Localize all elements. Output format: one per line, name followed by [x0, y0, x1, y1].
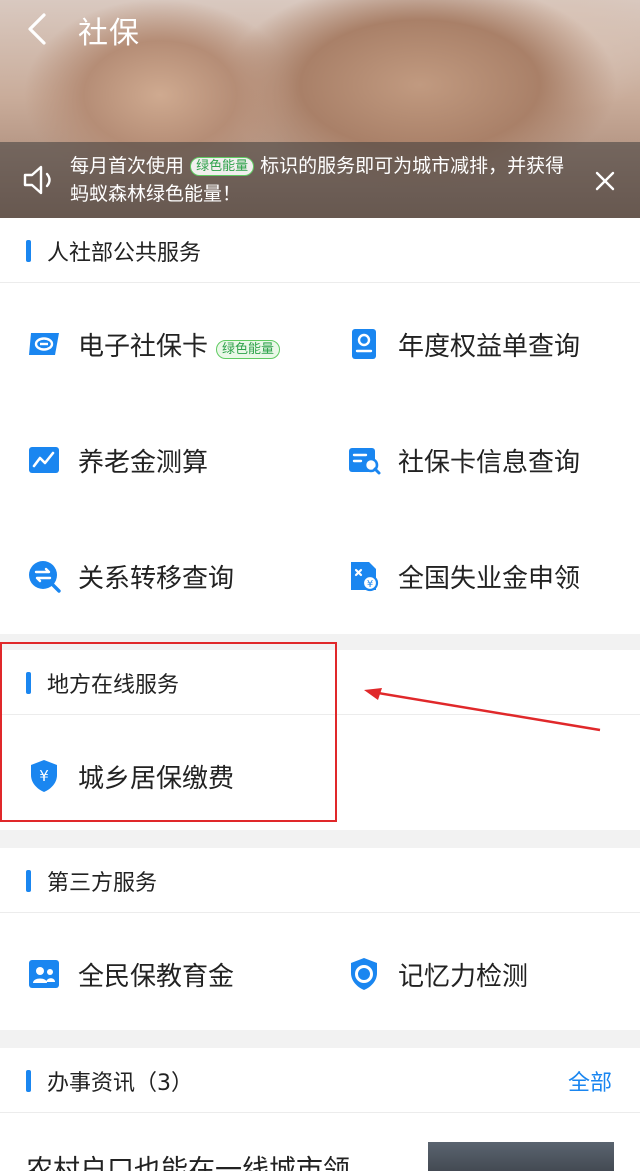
section-accent-bar [26, 1070, 31, 1092]
service-card-info-query[interactable]: 社保卡信息查询 [346, 430, 616, 490]
card-search-icon [349, 448, 381, 475]
page-title: 社保 [78, 16, 140, 51]
green-energy-tag: 绿色能量 [190, 157, 255, 176]
section-header: 第三方服务 [0, 848, 640, 913]
service-urban-rural-insurance-payment[interactable]: ¥ 城乡居保缴费 [26, 746, 326, 806]
service-label: 养老金测算 [78, 448, 209, 478]
notice-text-before: 每月首次使用 [70, 155, 185, 177]
view-all-link[interactable]: 全部 [568, 1065, 612, 1097]
svg-text:¥: ¥ [367, 579, 373, 590]
annotation-arrow-icon [364, 688, 601, 732]
section-local-services: 地方在线服务 ¥ 城乡居保缴费 [0, 650, 640, 830]
section-news: 办事资讯（3） 全部 农村户口也能在一线城市领 [0, 1048, 640, 1171]
unemployment-benefit-icon: ¥ [351, 562, 379, 592]
service-label: 社保卡信息查询 [398, 448, 581, 478]
news-item[interactable]: 农村户口也能在一线城市领 [0, 1112, 640, 1171]
close-icon[interactable] [592, 168, 618, 194]
service-label: 记忆力检测 [398, 962, 529, 992]
shield-yuan-icon: ¥ [31, 760, 57, 792]
section-accent-bar [26, 870, 31, 892]
memory-test-icon [351, 958, 377, 990]
section-header: 人社部公共服务 [0, 218, 640, 283]
section-accent-bar [26, 240, 31, 262]
section-title: 人社部公共服务 [47, 241, 202, 266]
annual-statement-icon [352, 329, 376, 359]
transfer-icon [29, 561, 61, 593]
svg-text:¥: ¥ [39, 767, 49, 785]
news-title: 农村户口也能在一线城市领 [26, 1155, 350, 1171]
service-label: 电子社保卡 绿色能量 [78, 326, 281, 363]
service-memory-test[interactable]: 记忆力检测 [346, 944, 616, 1004]
section-title: 第三方服务 [47, 871, 158, 896]
service-transfer-query[interactable]: 关系转移查询 [26, 546, 326, 606]
pension-chart-icon [29, 447, 59, 473]
education-fund-icon [29, 960, 59, 988]
service-label: 年度权益单查询 [398, 332, 581, 362]
service-label: 全国失业金申领 [398, 564, 581, 594]
service-annual-statement[interactable]: 年度权益单查询 [346, 314, 616, 374]
social-security-card-icon [29, 333, 59, 355]
chevron-left-icon[interactable] [22, 12, 56, 46]
service-label: 全民保教育金 [78, 962, 235, 992]
notice-text: 每月首次使用 绿色能量 标识的服务即可为城市减排，并获得蚂蚁森林绿色能量！ [70, 152, 580, 208]
green-energy-tag: 绿色能量 [216, 340, 281, 359]
section-accent-bar [26, 672, 31, 694]
service-label: 关系转移查询 [78, 564, 235, 594]
section-header: 办事资讯（3） 全部 [0, 1048, 640, 1113]
section-third-party-services: 第三方服务 全民保教育金 记忆力检测 [0, 848, 640, 1030]
section-title: 地方在线服务 [47, 673, 180, 698]
notice-bar: 每月首次使用 绿色能量 标识的服务即可为城市减排，并获得蚂蚁森林绿色能量！ [0, 142, 640, 218]
service-education-fund[interactable]: 全民保教育金 [26, 944, 326, 1004]
service-pension-calculation[interactable]: 养老金测算 [26, 430, 326, 490]
service-e-social-security-card[interactable]: 电子社保卡 绿色能量 [26, 314, 326, 374]
service-label-text: 电子社保卡 [78, 332, 209, 362]
service-label: 城乡居保缴费 [78, 764, 235, 794]
hero-banner: 社保 每月首次使用 绿色能量 标识的服务即可为城市减排，并获得蚂蚁森林绿色能量！ [0, 0, 640, 218]
news-thumbnail [428, 1142, 614, 1171]
speaker-icon [23, 165, 51, 195]
service-unemployment-benefit[interactable]: ¥ 全国失业金申领 [346, 546, 616, 606]
section-public-services: 人社部公共服务 电子社保卡 绿色能量 年度权益单查询 养老金测算 社保卡信息查询… [0, 218, 640, 634]
section-title: 办事资讯（3） [47, 1071, 193, 1096]
